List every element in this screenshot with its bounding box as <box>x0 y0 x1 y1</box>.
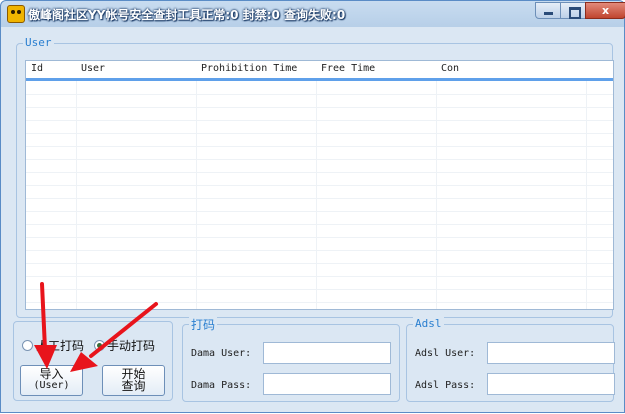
adsl-pass-input[interactable] <box>487 373 615 395</box>
dama-group-title: 打码 <box>189 316 218 333</box>
grid-row-line <box>26 302 613 303</box>
grid-column-divider <box>586 81 587 309</box>
grid-row-line <box>26 289 613 290</box>
radio-manual-dama[interactable] <box>22 340 33 351</box>
grid-row-line <box>26 146 613 147</box>
start-query-button[interactable]: 开始 查询 <box>102 365 165 396</box>
dama-user-label: Dama User: <box>191 348 252 359</box>
user-groupbox: User Id User Prohibition Time Free Time … <box>16 36 614 318</box>
adsl-group-title: Adsl <box>413 317 444 330</box>
adsl-user-label: Adsl User: <box>415 348 476 359</box>
dama-pass-label: Dama Pass: <box>191 380 252 391</box>
grid-row-line <box>26 94 613 95</box>
dama-pass-input[interactable] <box>263 373 391 395</box>
grid-row-line <box>26 172 613 173</box>
title-bar[interactable]: 傲峰阁社区YY帐号安全查封工具正常:0 封禁:0 查询失败:0 x <box>1 1 625 27</box>
column-header-free-time[interactable]: Free Time <box>321 63 375 74</box>
grid-row-line <box>26 120 613 121</box>
options-groupbox: 人工打码 手动打码 导入 (User) 开始 查询 <box>13 321 173 401</box>
grid-row-line <box>26 211 613 212</box>
grid-row-line <box>26 133 613 134</box>
grid-column-divider <box>316 81 317 309</box>
grid-row-line <box>26 237 613 238</box>
column-header-id[interactable]: Id <box>31 63 43 74</box>
close-button[interactable]: x <box>585 2 625 19</box>
grid-header: Id User Prohibition Time Free Time Con <box>26 61 613 81</box>
radio-manual-dama-label[interactable]: 人工打码 <box>36 337 84 354</box>
dama-user-input[interactable] <box>263 342 391 364</box>
grid-column-divider <box>196 81 197 309</box>
app-logo-icon <box>7 5 25 23</box>
grid-row-line <box>26 107 613 108</box>
grid-row-line <box>26 224 613 225</box>
grid-row-line <box>26 263 613 264</box>
grid-column-divider <box>436 81 437 309</box>
grid-row-line <box>26 276 613 277</box>
column-header-prohibition-time[interactable]: Prohibition Time <box>201 63 297 74</box>
close-icon: x <box>601 4 610 17</box>
column-header-user[interactable]: User <box>81 63 105 74</box>
grid-row-line <box>26 198 613 199</box>
grid-row-line <box>26 185 613 186</box>
adsl-pass-label: Adsl Pass: <box>415 380 476 391</box>
minimize-icon <box>544 12 553 15</box>
start-button-line2: 查询 <box>121 379 146 393</box>
import-button-line1: 导入 <box>39 367 64 381</box>
radio-auto-dama[interactable] <box>94 340 105 351</box>
grid-column-divider <box>76 81 77 309</box>
window-title: 傲峰阁社区YY帐号安全查封工具正常:0 封禁:0 查询失败:0 <box>28 8 346 22</box>
user-grid[interactable]: Id User Prohibition Time Free Time Con <box>25 60 614 310</box>
minimize-button[interactable] <box>535 2 561 19</box>
grid-row-line <box>26 250 613 251</box>
grid-row-line <box>26 159 613 160</box>
column-header-con[interactable]: Con <box>441 63 459 74</box>
maximize-icon <box>569 7 581 19</box>
maximize-button[interactable] <box>560 2 586 19</box>
client-area: User Id User Prohibition Time Free Time … <box>8 28 617 408</box>
radio-auto-dama-label[interactable]: 手动打码 <box>107 337 155 354</box>
app-window: 傲峰阁社区YY帐号安全查封工具正常:0 封禁:0 查询失败:0 x User I… <box>0 0 625 413</box>
adsl-user-input[interactable] <box>487 342 615 364</box>
import-user-button[interactable]: 导入 (User) <box>20 365 83 396</box>
user-group-title: User <box>23 36 54 49</box>
import-button-line2: (User) <box>33 380 70 391</box>
dama-groupbox: 打码 Dama User: Dama Pass: <box>182 316 400 402</box>
adsl-groupbox: Adsl Adsl User: Adsl Pass: <box>406 317 615 402</box>
